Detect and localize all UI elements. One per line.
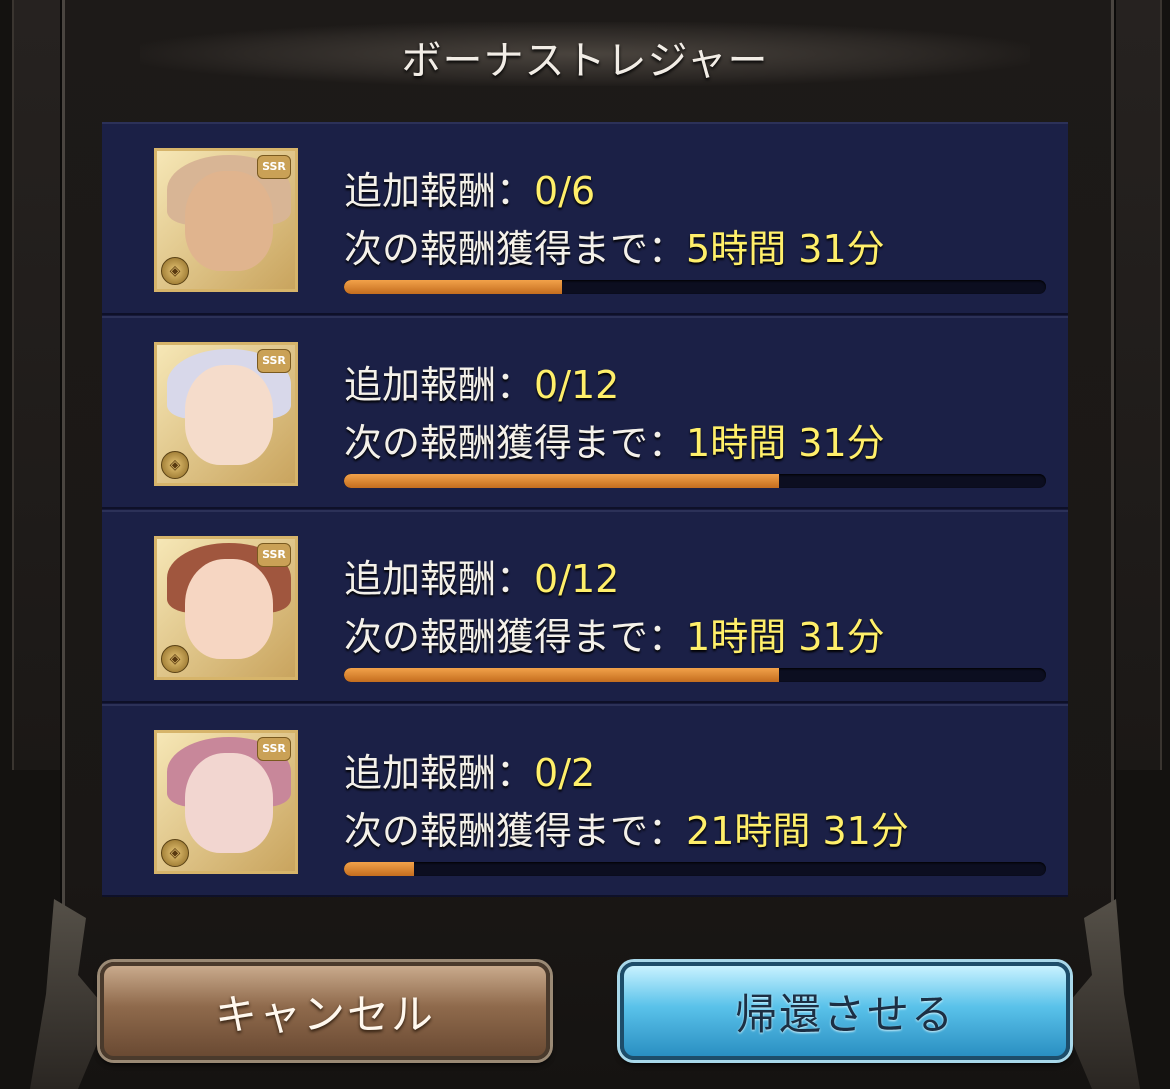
reward-value: 0/12 [534,557,620,601]
reward-value: 0/6 [534,169,596,213]
portrait-face [185,753,273,853]
next-reward-label: 次の報酬獲得まで： [344,809,687,853]
reward-value: 0/2 [534,751,596,795]
ssr-badge-icon: SSR [257,543,291,567]
next-reward-line: 次の報酬獲得まで：1時間 31分 [344,606,885,661]
next-reward-time: 21時間 31分 [686,809,909,853]
progress-bar-fill [344,474,780,488]
reward-label: 追加報酬： [344,363,535,407]
portrait-face [185,365,273,465]
cancel-button[interactable]: キャンセル [100,962,550,1060]
reward-line: 追加報酬：0/6 [344,160,595,215]
list-item: SSR ◈ 追加報酬：0/6 次の報酬獲得まで：5時間 31分 [102,122,1068,315]
character-portrait: SSR ◈ [154,730,298,874]
character-portrait: SSR ◈ [154,536,298,680]
reward-value: 0/12 [534,363,620,407]
progress-bar [344,862,1046,876]
portrait-face [185,559,273,659]
character-portrait: SSR ◈ [154,148,298,292]
list-item: SSR ◈ 追加報酬：0/12 次の報酬獲得まで：1時間 31分 [102,510,1068,703]
ssr-badge-icon: SSR [257,737,291,761]
reward-label: 追加報酬： [344,751,535,795]
reward-line: 追加報酬：0/12 [344,548,619,603]
progress-bar-fill [344,862,415,876]
list-item: SSR ◈ 追加報酬：0/2 次の報酬獲得まで：21時間 31分 [102,704,1068,897]
return-button[interactable]: 帰還させる [620,962,1070,1060]
portrait-face [185,171,273,271]
next-reward-label: 次の報酬獲得まで： [344,421,687,465]
element-emblem-icon: ◈ [161,257,189,285]
reward-line: 追加報酬：0/12 [344,354,619,409]
next-reward-line: 次の報酬獲得まで：1時間 31分 [344,412,885,467]
next-reward-time: 1時間 31分 [686,615,885,659]
element-emblem-icon: ◈ [161,645,189,673]
next-reward-time: 1時間 31分 [686,421,885,465]
list-item: SSR ◈ 追加報酬：0/12 次の報酬獲得まで：1時間 31分 [102,316,1068,509]
dialog-title: ボーナストレジャー [401,38,769,84]
character-portrait: SSR ◈ [154,342,298,486]
progress-bar [344,474,1046,488]
progress-bar-fill [344,280,562,294]
element-emblem-icon: ◈ [161,451,189,479]
reward-line: 追加報酬：0/2 [344,742,595,797]
bonus-treasure-list: SSR ◈ 追加報酬：0/6 次の報酬獲得まで：5時間 31分 SSR ◈ 追加… [102,122,1068,897]
ssr-badge-icon: SSR [257,155,291,179]
next-reward-line: 次の報酬獲得まで：5時間 31分 [344,218,885,273]
progress-bar [344,280,1046,294]
next-reward-label: 次の報酬獲得まで： [344,227,687,271]
progress-bar-fill [344,668,780,682]
progress-bar [344,668,1046,682]
reward-label: 追加報酬： [344,169,535,213]
reward-label: 追加報酬： [344,557,535,601]
next-reward-time: 5時間 31分 [686,227,885,271]
element-emblem-icon: ◈ [161,839,189,867]
next-reward-line: 次の報酬獲得まで：21時間 31分 [344,800,909,855]
next-reward-label: 次の報酬獲得まで： [344,615,687,659]
ssr-badge-icon: SSR [257,349,291,373]
